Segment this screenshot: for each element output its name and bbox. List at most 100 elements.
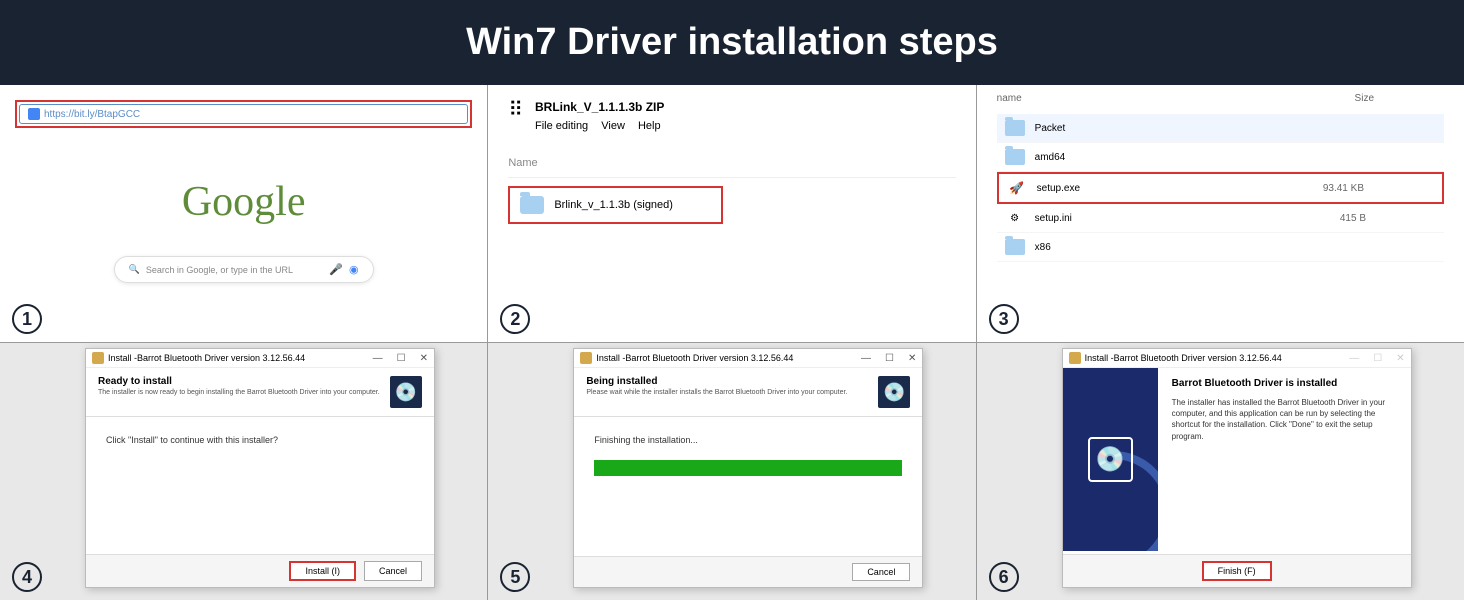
installer-window: Install -Barrot Bluetooth Driver version… — [1062, 348, 1412, 588]
col-name: name — [997, 93, 1022, 104]
url-input[interactable]: https://bit.ly/BtapGCC — [19, 104, 468, 124]
installer-body: Click "Install" to continue with this in… — [86, 417, 434, 557]
site-icon — [28, 108, 40, 120]
file-name: setup.exe — [1037, 183, 1080, 194]
step-2: ⠿ BRLink_V_1.1.1.3b ZIP File editing Vie… — [488, 85, 975, 342]
minimize-icon[interactable]: — — [373, 353, 383, 364]
step-5: Install -Barrot Bluetooth Driver version… — [488, 343, 975, 600]
maximize-icon: ☐ — [1373, 353, 1382, 364]
installer-window: Install -Barrot Bluetooth Driver version… — [85, 348, 435, 588]
file-name: amd64 — [1035, 152, 1066, 163]
file-name: setup.ini — [1035, 213, 1072, 224]
file-row-setup-exe[interactable]: 🚀 setup.exe 93.41 KB — [997, 172, 1444, 204]
app-icon — [580, 352, 592, 364]
ini-icon: ⚙ — [1005, 210, 1025, 226]
close-icon[interactable]: ✕ — [420, 353, 428, 364]
folder-icon — [1005, 239, 1025, 255]
installer-sub: Please wait while the installer installs… — [586, 389, 847, 396]
search-input[interactable]: 🔍 Search in Google, or type in the URL 🎤… — [114, 256, 374, 283]
cancel-button[interactable]: Cancel — [364, 561, 422, 581]
maximize-icon[interactable]: ☐ — [397, 353, 406, 364]
installer-body: 💿 Barrot Bluetooth Driver is installed T… — [1063, 368, 1411, 551]
app-icon — [92, 352, 104, 364]
window-title: Install -Barrot Bluetooth Driver version… — [596, 353, 793, 363]
progress-bar — [594, 460, 902, 476]
installer-header: Ready to install The installer is now re… — [86, 368, 434, 417]
window-titlebar: Install -Barrot Bluetooth Driver version… — [574, 349, 922, 368]
folder-icon — [1005, 120, 1025, 136]
disk-icon: 💿 — [1088, 437, 1133, 482]
file-row-amd64[interactable]: amd64 — [997, 143, 1444, 172]
step-1: https://bit.ly/BtapGCC Google 🔍 Search i… — [0, 85, 487, 342]
step-3: name Size Packet amd64 🚀 setup.exe 93.41… — [977, 85, 1464, 342]
search-icon: 🔍 — [129, 264, 140, 275]
installer-body-text: Finishing the installation... — [594, 435, 902, 445]
divider — [508, 177, 955, 178]
folder-highlight[interactable]: Brlink_v_1.1.3b (signed) — [508, 186, 723, 224]
installer-logo-icon: 💿 — [390, 376, 422, 408]
file-size: 93.41 KB — [1323, 183, 1364, 194]
installer-side-graphic: 💿 — [1063, 368, 1158, 551]
close-icon[interactable]: ✕ — [908, 353, 916, 364]
step-number-4: 4 — [12, 562, 42, 592]
col-size: Size — [1355, 93, 1374, 104]
maximize-icon[interactable]: ☐ — [885, 353, 894, 364]
installer-header: Being installed Please wait while the in… — [574, 368, 922, 417]
step-number-6: 6 — [989, 562, 1019, 592]
file-menu: File editing View Help — [535, 120, 671, 132]
file-name: Packet — [1035, 123, 1066, 134]
window-title: Install -Barrot Bluetooth Driver version… — [1085, 353, 1282, 363]
file-row-x86[interactable]: x86 — [997, 233, 1444, 262]
page-header: Win7 Driver installation steps — [0, 0, 1464, 85]
file-row-setup-ini[interactable]: ⚙ setup.ini 415 B — [997, 204, 1444, 233]
folder-icon — [1005, 149, 1025, 165]
file-size: 415 B — [1340, 213, 1366, 224]
installer-sub: The installer is now ready to begin inst… — [98, 389, 380, 396]
window-titlebar: Install -Barrot Bluetooth Driver version… — [1063, 349, 1411, 368]
name-column-label: Name — [508, 157, 955, 169]
mic-icon[interactable]: 🎤 — [329, 263, 343, 276]
menu-help[interactable]: Help — [638, 120, 661, 132]
installer-heading: Barrot Bluetooth Driver is installed — [1172, 378, 1397, 389]
google-logo: Google — [15, 178, 472, 226]
file-name: x86 — [1035, 242, 1051, 253]
step-number-5: 5 — [500, 562, 530, 592]
zip-title: BRLink_V_1.1.1.3b ZIP — [535, 100, 671, 114]
app-icon — [1069, 352, 1081, 364]
lens-icon[interactable]: ◉ — [349, 263, 359, 276]
step-number-3: 3 — [989, 304, 1019, 334]
installer-body-text: The installer has installed the Barrot B… — [1172, 397, 1397, 442]
window-titlebar: Install -Barrot Bluetooth Driver version… — [86, 349, 434, 368]
installer-window: Install -Barrot Bluetooth Driver version… — [573, 348, 923, 588]
installer-heading: Being installed — [586, 376, 847, 387]
page-title: Win7 Driver installation steps — [466, 21, 998, 64]
window-title: Install -Barrot Bluetooth Driver version… — [108, 353, 305, 363]
installer-heading: Ready to install — [98, 376, 380, 387]
file-list-header: name Size — [997, 93, 1444, 104]
step-6: Install -Barrot Bluetooth Driver version… — [977, 343, 1464, 600]
search-placeholder: Search in Google, or type in the URL — [146, 265, 329, 275]
menu-file[interactable]: File editing — [535, 120, 588, 132]
steps-grid: https://bit.ly/BtapGCC Google 🔍 Search i… — [0, 85, 1464, 600]
install-button[interactable]: Install (I) — [289, 561, 356, 581]
folder-name: Brlink_v_1.1.3b (signed) — [554, 199, 673, 211]
minimize-icon: — — [1349, 353, 1359, 364]
installer-logo-icon: 💿 — [878, 376, 910, 408]
exe-icon: 🚀 — [1007, 180, 1027, 196]
step-number-2: 2 — [500, 304, 530, 334]
url-text: https://bit.ly/BtapGCC — [44, 109, 140, 120]
installer-footer: Finish (F) — [1063, 554, 1411, 587]
folder-icon — [520, 196, 544, 214]
installer-footer: Install (I) Cancel — [86, 554, 434, 587]
step-4: Install -Barrot Bluetooth Driver version… — [0, 343, 487, 600]
cancel-button[interactable]: Cancel — [852, 563, 910, 581]
menu-view[interactable]: View — [601, 120, 625, 132]
minimize-icon[interactable]: — — [861, 353, 871, 364]
file-row-packet[interactable]: Packet — [997, 114, 1444, 143]
installer-body: Finishing the installation... — [574, 417, 922, 557]
finish-button[interactable]: Finish (F) — [1202, 561, 1272, 581]
dropbox-icon: ⠿ — [508, 100, 523, 120]
url-bar-highlight: https://bit.ly/BtapGCC — [15, 100, 472, 128]
installer-body-text: Click "Install" to continue with this in… — [106, 435, 414, 445]
close-icon: ✕ — [1396, 353, 1404, 364]
